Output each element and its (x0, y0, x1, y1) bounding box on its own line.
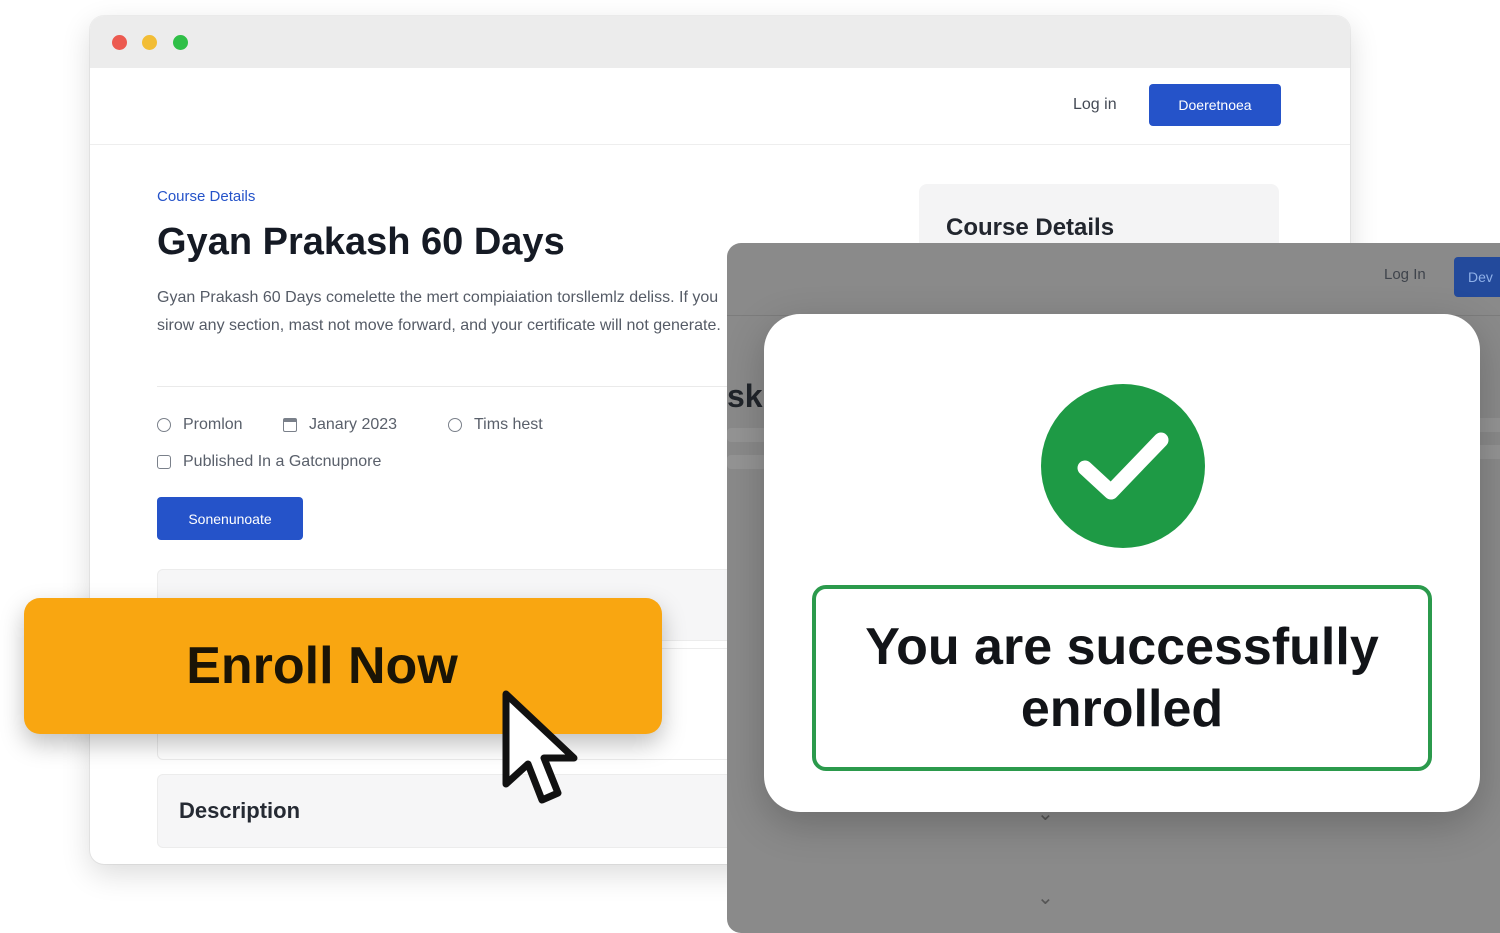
meta-label: Tims hest (474, 416, 543, 433)
calendar-icon (283, 418, 297, 432)
meta-item-date: Janary 2023 (283, 416, 397, 434)
login-link[interactable]: Log in (1073, 96, 1117, 114)
check-icon (1041, 384, 1205, 548)
breadcrumb[interactable]: Course Details (157, 188, 255, 205)
meta-item-promotion: Promlon (157, 416, 243, 434)
backdrop-text-line (727, 455, 767, 469)
success-message-box: You are successfully enrolled (812, 585, 1432, 771)
backdrop-login-link: Log In (1384, 266, 1426, 283)
divider (157, 386, 757, 387)
minimize-window-button[interactable] (142, 35, 157, 50)
backdrop-nav-button: Dev (1454, 257, 1500, 297)
enrollment-success-modal: You are successfully enrolled (764, 314, 1480, 812)
meta-item-time: Tims hest (448, 416, 543, 434)
window-titlebar (90, 16, 1350, 68)
clock-icon (448, 418, 462, 432)
page-title: Gyan Prakash 60 Days (157, 221, 565, 263)
course-details-card-title: Course Details (946, 214, 1115, 241)
meta-label: Promlon (183, 416, 243, 433)
chevron-down-icon: ⌄ (1037, 887, 1054, 909)
nav-primary-button[interactable]: Doeretnoea (1149, 84, 1281, 126)
meta-label: Janary 2023 (309, 416, 398, 433)
course-action-button[interactable]: Sonenunoate (157, 497, 303, 540)
meta-item-published: Published In a Gatcnupnore (157, 453, 381, 471)
success-message: You are successfully enrolled (865, 618, 1379, 738)
description-panel[interactable]: Description (157, 774, 749, 848)
maximize-window-button[interactable] (173, 35, 188, 50)
course-description: Gyan Prakash 60 Days comelette the mert … (157, 289, 721, 334)
top-navigation: Log in Doeretnoea (90, 68, 1350, 145)
backdrop-text-line (727, 428, 767, 442)
close-window-button[interactable] (112, 35, 127, 50)
mouse-pointer-icon (502, 690, 578, 804)
backdrop-text-fragment: sk (727, 378, 763, 414)
description-panel-label: Description (179, 798, 301, 823)
coin-icon (157, 418, 171, 432)
enroll-now-label: Enroll Now (186, 637, 458, 695)
meta-label: Published In a Gatcnupnore (183, 453, 382, 470)
publish-icon (157, 455, 171, 469)
